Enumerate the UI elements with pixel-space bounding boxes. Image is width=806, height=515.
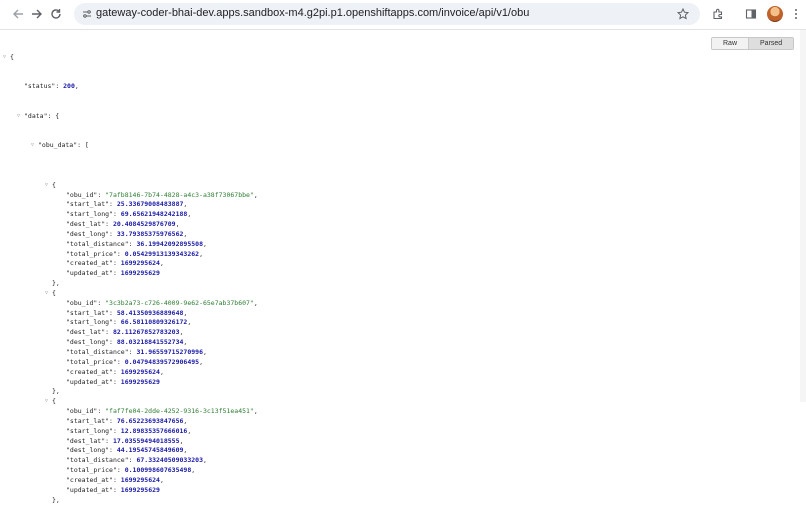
- json-line: },: [52, 495, 60, 504]
- json-field-start_lat: "start_lat": 25.33679008483887,: [66, 200, 188, 209]
- raw-button[interactable]: Raw: [712, 38, 750, 49]
- created_at-value: 1699295624: [120, 259, 160, 268]
- view-toggle: Raw Parsed: [711, 37, 795, 50]
- json-field-start_long: "start_long": 69.65621948242188,: [66, 210, 192, 219]
- dest_long-value: 33.79385375976562: [116, 229, 184, 238]
- start_lat-value: 25.33679008483887: [116, 200, 184, 209]
- menu-dots-icon[interactable]: [786, 4, 806, 24]
- json-line: ▽{: [45, 180, 56, 189]
- dest_long-value: 88.03218841552734: [116, 338, 184, 347]
- total_distance-value: 31.96559715270996: [136, 348, 203, 356]
- json-line: },: [52, 279, 60, 288]
- updated_at-value: 1699295629: [120, 377, 160, 386]
- collapse-caret-icon[interactable]: ▽: [3, 53, 6, 63]
- site-info-icon[interactable]: [80, 7, 94, 21]
- json-field-dest_lat: "dest_lat": 17.03559494018555,: [66, 436, 184, 445]
- total_price-value: 0.04794839572906495: [124, 357, 200, 366]
- start_long-value: 66.58110809326172: [120, 318, 188, 327]
- obu_id-value: "7afb8146-7b74-4828-a4c3-a38f73067bbe": [105, 190, 254, 199]
- total_price-value: 0.100998607635498: [124, 466, 192, 475]
- start_lat-value: 58.41350936889648: [116, 308, 184, 317]
- scrollbar[interactable]: [800, 30, 806, 402]
- json-field-created_at: "created_at": 1699295624,: [66, 475, 164, 484]
- json-line: "status": 200,: [24, 82, 79, 91]
- json-field-start_lat: "start_lat": 58.41350936889648,: [66, 308, 188, 317]
- json-field-obu_id: "obu_id": "7afb8146-7b74-4828-a4c3-a38f7…: [66, 190, 258, 199]
- json-field-dest_long: "dest_long": 44.19545745849609,: [66, 446, 188, 455]
- json-field-obu_id: "obu_id": "3c3b2a73-c726-4009-9e62-65e7a…: [66, 298, 258, 307]
- json-field-total_distance: "total_distance": 31.96559715270996,: [66, 348, 207, 356]
- updated_at-value: 1699295629: [120, 269, 160, 278]
- collapse-caret-icon[interactable]: ▽: [45, 397, 48, 407]
- side-panel-icon[interactable]: [741, 4, 761, 24]
- json-field-total_price: "total_price": 0.05429913139343262,: [66, 249, 203, 258]
- json-line: ▽ "data": {: [17, 111, 60, 120]
- obu_id-value: "faf7fe04-2dde-4252-9316-3c13f51ea451": [105, 407, 254, 416]
- json-field-start_long: "start_long": 12.89835357666016,: [66, 426, 192, 435]
- created_at-value: 1699295624: [120, 475, 160, 484]
- json-field-dest_lat: "dest_lat": 20.4084529876709,: [66, 220, 180, 229]
- total_price-value: 0.05429913139343262: [124, 249, 200, 258]
- json-field-total_price: "total_price": 0.04794839572906495,: [66, 357, 203, 366]
- dest_lat-value: 20.4084529876709: [112, 220, 176, 229]
- json-field-dest_long: "dest_long": 33.79385375976562,: [66, 229, 188, 238]
- address-bar[interactable]: gateway-coder-bhai-dev.apps.sandbox-m4.g…: [74, 3, 700, 25]
- collapse-caret-icon[interactable]: ▽: [17, 112, 20, 122]
- json-field-updated_at: "updated_at": 1699295629: [66, 269, 160, 278]
- start_lat-value: 76.65223693847656: [116, 416, 184, 425]
- json-field-updated_at: "updated_at": 1699295629: [66, 485, 160, 494]
- collapse-caret-icon[interactable]: ▽: [45, 289, 48, 299]
- json-field-start_lat: "start_lat": 76.65223693847656,: [66, 416, 188, 425]
- obu_id-value: "3c3b2a73-c726-4009-9e62-65e7ab37b607": [105, 298, 254, 307]
- collapse-caret-icon[interactable]: ▽: [31, 141, 34, 151]
- json-field-updated_at: "updated_at": 1699295629: [66, 377, 160, 386]
- json-line: ▽ "obu_data": [: [31, 141, 89, 150]
- total_distance-value: 36.19942092895508: [136, 239, 203, 248]
- updated_at-value: 1699295629: [120, 485, 160, 494]
- dest_lat-value: 82.11267852783203: [112, 328, 180, 337]
- json-line: ▽{: [3, 52, 14, 63]
- json-field-total_distance: "total_distance": 36.19942092895508,: [66, 239, 207, 248]
- total_distance-value: 67.33240509033203: [136, 456, 203, 465]
- start_long-value: 12.89835357666016: [120, 426, 188, 435]
- browser-toolbar: gateway-coder-bhai-dev.apps.sandbox-m4.g…: [0, 0, 806, 30]
- json-field-created_at: "created_at": 1699295624,: [66, 367, 164, 376]
- back-arrow-icon[interactable]: [8, 4, 28, 24]
- json-field-total_price: "total_price": 0.100998607635498,: [66, 466, 196, 475]
- json-line: ▽{: [45, 397, 56, 406]
- start_long-value: 69.65621948242188: [120, 210, 188, 219]
- forward-arrow-icon[interactable]: [27, 4, 47, 24]
- collapse-caret-icon[interactable]: ▽: [45, 181, 48, 191]
- dest_long-value: 44.19545745849609: [116, 446, 184, 455]
- extensions-icon[interactable]: [708, 4, 728, 24]
- profile-avatar[interactable]: [767, 6, 783, 22]
- json-viewer: ▽{ "status": 200, ▽ "data": { ▽ "obu_data"…: [0, 33, 258, 515]
- json-line: },: [52, 387, 60, 396]
- json-line: ▽{: [45, 288, 56, 297]
- parsed-button[interactable]: Parsed: [749, 38, 794, 49]
- json-field-total_distance: "total_distance": 67.33240509033203,: [66, 456, 207, 465]
- json-field-start_long: "start_long": 66.58110809326172,: [66, 318, 192, 327]
- obu-data-list: ▽{ "obu_id": "7afb8146-7b74-4828-a4c3-a38…: [0, 180, 258, 506]
- reload-icon[interactable]: [46, 4, 66, 24]
- json-field-dest_lat: "dest_lat": 82.11267852783203,: [66, 328, 184, 337]
- url-text: gateway-coder-bhai-dev.apps.sandbox-m4.g…: [96, 7, 530, 19]
- created_at-value: 1699295624: [120, 367, 160, 376]
- json-field-dest_long: "dest_long": 88.03218841552734,: [66, 338, 188, 347]
- dest_lat-value: 17.03559494018555: [112, 436, 180, 445]
- json-field-obu_id: "obu_id": "faf7fe04-2dde-4252-9316-3c13f…: [66, 407, 258, 416]
- star-icon[interactable]: [675, 6, 691, 22]
- status-value: 200: [63, 82, 75, 91]
- json-field-created_at: "created_at": 1699295624,: [66, 259, 164, 268]
